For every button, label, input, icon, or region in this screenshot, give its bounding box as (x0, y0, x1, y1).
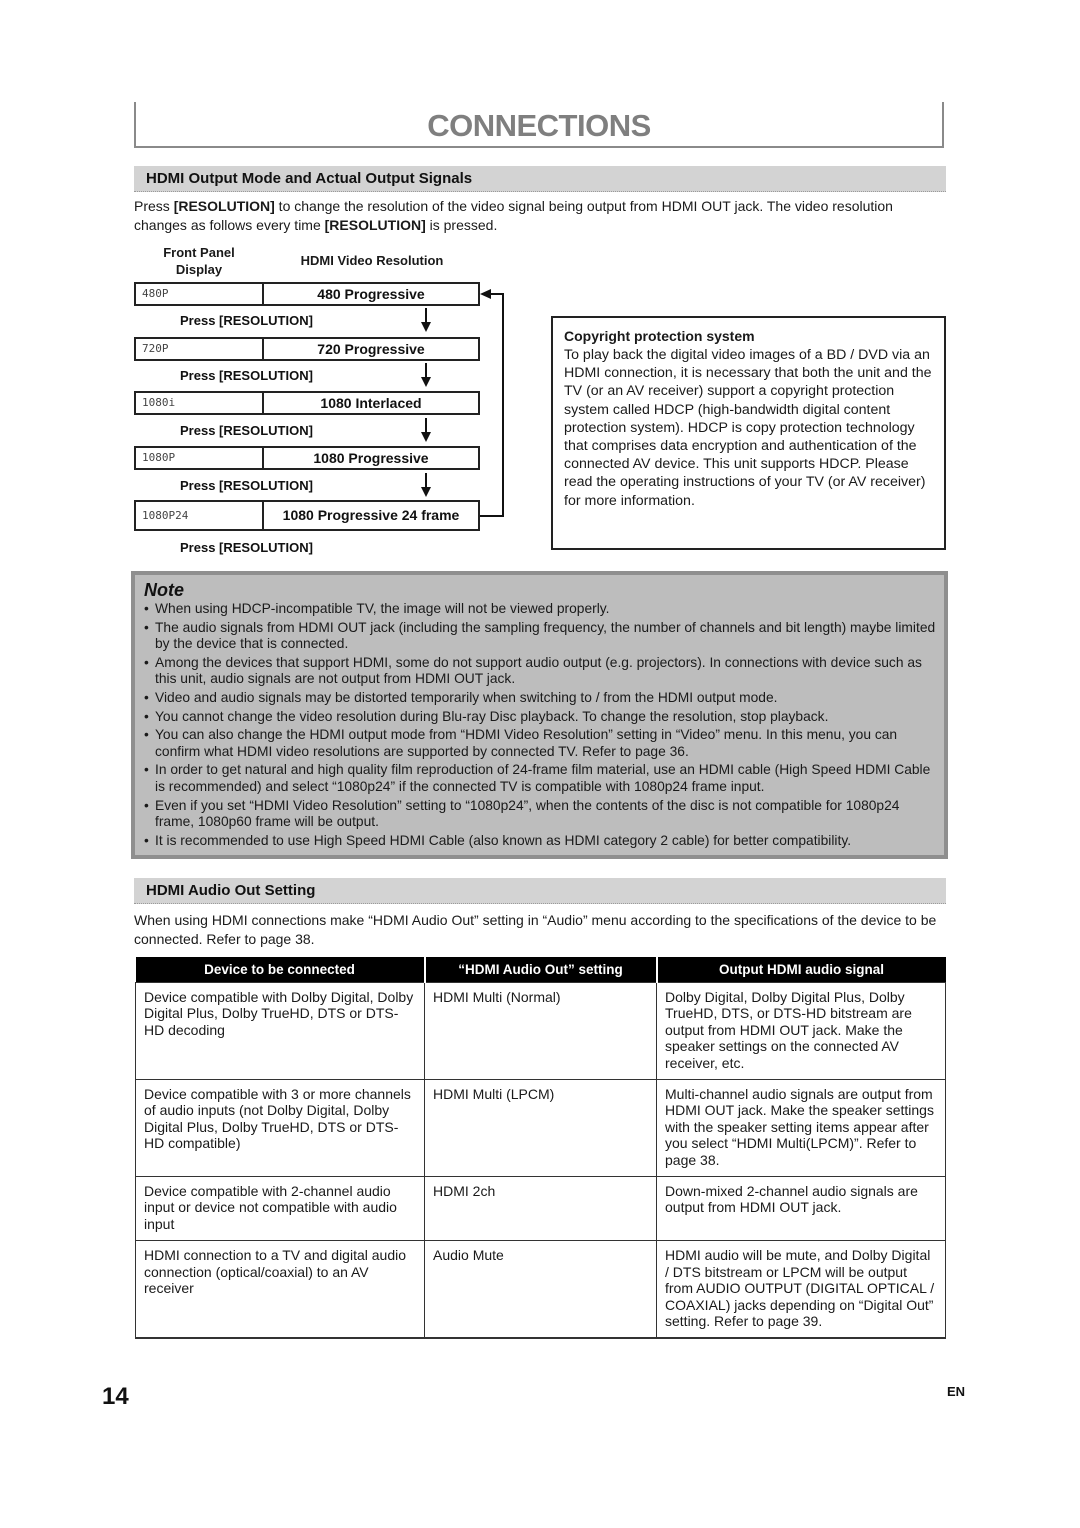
table-header-row: Device to be connected “HDMI Audio Out” … (135, 957, 946, 983)
hdmi-resolution: 720 Progressive (317, 341, 425, 357)
note-item: The audio signals from HDMI OUT jack (in… (144, 620, 936, 653)
page-number: 14 (102, 1383, 129, 1410)
copyright-body: To play back the digital video images of… (564, 347, 932, 509)
table-cell-setting: HDMI Multi (LPCM) (424, 1079, 657, 1178)
press-resolution-label: Press [RESOLUTION] (180, 540, 313, 555)
column-header-line: Display (175, 262, 223, 277)
resolution-row: 720P 720 Progressive (134, 337, 480, 361)
page-title-box: CONNECTIONS (134, 102, 944, 148)
down-arrow-icon (421, 418, 431, 442)
table-row: Device compatible with Dolby Digital, Do… (135, 981, 946, 1081)
copyright-heading: Copyright protection system (564, 328, 755, 344)
table-cell-setting: Audio Mute (424, 1240, 657, 1340)
hdmi-resolution: 1080 Interlaced (320, 395, 422, 411)
copyright-protection-box: Copyright protection system To play back… (551, 316, 946, 550)
table-cell-setting: HDMI 2ch (424, 1176, 657, 1242)
hdmi-resolution: 480 Progressive (317, 286, 425, 302)
front-panel-display: 1080i (136, 393, 264, 413)
resolution-row: 1080P24 1080 Progressive 24 frame (134, 500, 480, 531)
resolution-key-label: [RESOLUTION] (173, 198, 275, 214)
language-label: EN (947, 1384, 966, 1399)
table-cell-setting: HDMI Multi (Normal) (424, 981, 657, 1081)
column-header-front-panel: Front Panel Display (134, 244, 264, 278)
press-resolution-label: Press [RESOLUTION] (180, 368, 313, 383)
section1-intro: Press [RESOLUTION] to change the resolut… (134, 197, 934, 235)
section2-intro: When using HDMI connections make “HDMI A… (134, 912, 937, 947)
table-cell-output: Dolby Digital, Dolby Digital Plus, Dolby… (656, 981, 946, 1081)
table-cell-device: Device compatible with Dolby Digital, Do… (135, 981, 425, 1081)
table-row: Device compatible with 3 or more channel… (135, 1079, 946, 1178)
press-resolution-label: Press [RESOLUTION] (180, 423, 313, 438)
resolution-key-label: [RESOLUTION] (324, 217, 426, 233)
table-row: HDMI connection to a TV and digital audi… (135, 1240, 946, 1340)
note-item: In order to get natural and high quality… (144, 762, 936, 795)
table-cell-output: Multi-channel audio signals are output f… (656, 1079, 946, 1178)
section-heading-text: HDMI Output Mode and Actual Output Signa… (146, 170, 473, 187)
note-box: Note When using HDCP-incompatible TV, th… (131, 571, 948, 859)
table-cell-device: Device compatible with 2-channel audio i… (135, 1176, 425, 1242)
table-cell-output: Down-mixed 2-channel audio signals are o… (656, 1176, 946, 1242)
column-header-line: Front Panel (163, 245, 235, 260)
note-title: Note (144, 580, 184, 600)
front-panel-display: 720P (136, 339, 264, 359)
section-heading-hdmi-audio-out: HDMI Audio Out Setting (134, 878, 946, 904)
note-item: You can also change the HDMI output mode… (144, 727, 936, 760)
table-row: Device compatible with 2-channel audio i… (135, 1176, 946, 1242)
note-item: You cannot change the video resolution d… (144, 709, 936, 726)
down-arrow-icon (421, 473, 431, 497)
section-heading-text: HDMI Audio Out Setting (146, 882, 316, 899)
table-cell-device: Device compatible with 3 or more channel… (135, 1079, 425, 1178)
front-panel-display: 1080P (136, 448, 264, 468)
note-item: Among the devices that support HDMI, som… (144, 655, 936, 688)
loop-back-arrow-icon (480, 289, 504, 517)
column-header: Output HDMI audio signal (655, 957, 946, 983)
column-header: Device to be connected (135, 957, 425, 983)
note-item: When using HDCP-incompatible TV, the ima… (144, 601, 936, 618)
table-cell-device: HDMI connection to a TV and digital audi… (135, 1240, 425, 1340)
press-resolution-label: Press [RESOLUTION] (180, 313, 313, 328)
down-arrow-icon (421, 308, 431, 332)
column-header: “HDMI Audio Out” setting (423, 957, 657, 983)
hdmi-audio-out-table: Device to be connected “HDMI Audio Out” … (135, 957, 946, 1340)
intro-text: Press (134, 198, 174, 214)
page-title: CONNECTIONS (427, 108, 651, 143)
section-heading-hdmi-output-mode: HDMI Output Mode and Actual Output Signa… (134, 166, 946, 192)
front-panel-display: 1080P24 (136, 502, 264, 529)
press-resolution-label: Press [RESOLUTION] (180, 478, 313, 493)
note-list: When using HDCP-incompatible TV, the ima… (144, 601, 936, 849)
down-arrow-icon (421, 363, 431, 387)
front-panel-display: 480P (136, 284, 264, 304)
note-item: It is recommended to use High Speed HDMI… (144, 833, 936, 850)
resolution-row: 1080P 1080 Progressive (134, 446, 480, 470)
hdmi-resolution: 1080 Progressive (313, 450, 429, 466)
resolution-row: 480P 480 Progressive (134, 282, 480, 306)
note-item: Even if you set “HDMI Video Resolution” … (144, 798, 936, 831)
note-item: Video and audio signals may be distorted… (144, 690, 936, 707)
column-header-hdmi-resolution: HDMI Video Resolution (300, 253, 444, 268)
intro-text: is pressed. (425, 217, 498, 233)
hdmi-resolution: 1080 Progressive 24 frame (282, 507, 460, 523)
resolution-row: 1080i 1080 Interlaced (134, 391, 480, 415)
table-cell-output: HDMI audio will be mute, and Dolby Digit… (656, 1240, 946, 1340)
